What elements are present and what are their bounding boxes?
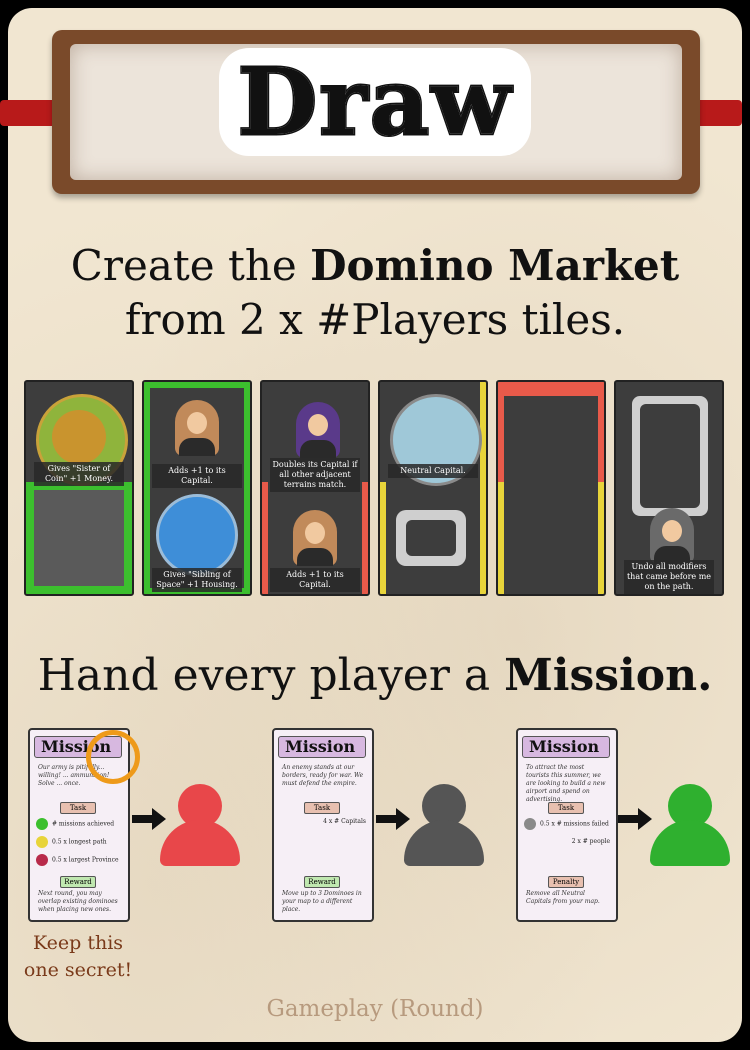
- domino-tile: Gives "Sister of Coin" +1 Money.: [24, 380, 134, 596]
- task-row: 4 x # Capitals: [323, 818, 366, 825]
- secret-highlight-circle: [86, 730, 140, 784]
- mission-card: Mission An enemy stands at our borders, …: [272, 728, 374, 922]
- domino-market: Gives "Sister of Coin" +1 Money. Adds +1…: [24, 380, 724, 596]
- task-label: Task: [548, 802, 584, 814]
- task-row: 2 x # people: [571, 838, 610, 845]
- player-gray-icon: [404, 784, 484, 866]
- penalty-label: Penalty: [548, 876, 584, 888]
- house-medal-icon: [156, 494, 238, 576]
- domino-tile: Adds +1 to its Capital. Gives "Sibling o…: [142, 380, 252, 596]
- tile-ability: Neutral Capital.: [388, 464, 478, 478]
- secret-note: Keep this one secret!: [23, 932, 133, 981]
- mission-title: Mission: [278, 736, 366, 758]
- tophat-figure-icon: [296, 402, 340, 458]
- task-row: # missions achieved: [36, 818, 122, 830]
- domino-tile: Doubles its Capital if all other adjacen…: [260, 380, 370, 596]
- mission-reward-text: Move up to 3 Dominoes in your map to a d…: [282, 890, 362, 913]
- tile-ability: Undo all modifiers that came before me o…: [624, 560, 714, 594]
- task-row: 0.5 x # missions failed: [524, 818, 610, 830]
- reward-label: Reward: [304, 876, 340, 888]
- raccoon-icon: [650, 508, 694, 564]
- domino-tile: Undo all modifiers that came before me o…: [614, 380, 724, 596]
- task-row: 0.5 x largest Province: [36, 854, 122, 866]
- step1-line1: Create the Domino Market: [70, 241, 680, 290]
- footer-label: Gameplay (Round): [266, 996, 484, 1022]
- tile-ability: Adds +1 to its Capital.: [152, 464, 242, 488]
- tile-ability: Doubles its Capital if all other adjacen…: [270, 458, 360, 492]
- step2-text: Hand every player a Mission.: [37, 650, 713, 701]
- player-green-icon: [650, 784, 730, 866]
- domino-tile: [496, 380, 606, 596]
- mission-card: Mission To attract the most tourists thi…: [516, 728, 618, 922]
- task-row: 0.5 x longest path: [36, 836, 122, 848]
- lion-icon: [52, 410, 106, 464]
- task-label: Task: [304, 802, 340, 814]
- arrow-right-icon: [618, 808, 652, 830]
- step1-line2: from 2 x #Players tiles.: [124, 295, 626, 344]
- mission-reward-text: Next round, you may overlap existing dom…: [38, 890, 118, 913]
- woman-portrait-icon: [175, 400, 219, 456]
- tile-ability: Gives "Sibling of Space" +1 Housing.: [152, 568, 242, 592]
- task-label: Task: [60, 802, 96, 814]
- page: Draw Create the Domino Market from 2 x #…: [0, 0, 750, 1050]
- tile-ability: Gives "Sister of Coin" +1 Money.: [34, 462, 124, 486]
- mission-flavor: To attract the most tourists this summer…: [526, 764, 606, 803]
- player-red-icon: [160, 784, 240, 866]
- mission-flavor: An enemy stands at our borders, ready fo…: [282, 764, 364, 787]
- reward-label: Reward: [60, 876, 96, 888]
- mission-title: Mission: [522, 736, 610, 758]
- woman-portrait-icon: [293, 510, 337, 566]
- mission-penalty-text: Remove all Neutral Capitals from your ma…: [526, 890, 600, 905]
- tile-ability: Adds +1 to its Capital.: [270, 568, 360, 592]
- domino-tile: Neutral Capital.: [378, 380, 488, 596]
- page-title: Draw: [0, 47, 750, 158]
